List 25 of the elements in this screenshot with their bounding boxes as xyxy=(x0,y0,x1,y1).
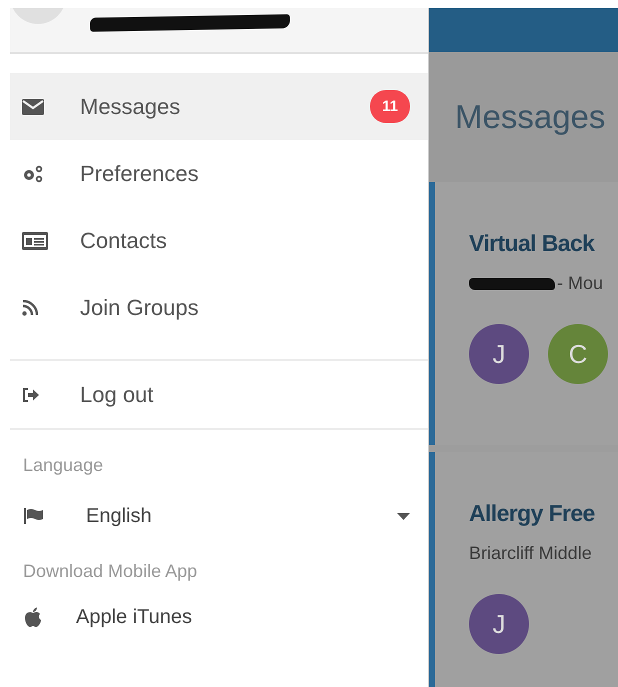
rss-icon xyxy=(22,300,38,316)
page-heading: Messages xyxy=(455,98,606,136)
section-label: Download Mobile App xyxy=(23,560,198,582)
menu-item[interactable]: Join Groups xyxy=(10,274,428,341)
caret-icon xyxy=(397,512,410,520)
id-card-icon xyxy=(22,232,48,250)
count-badge: 11 xyxy=(370,90,410,123)
menu-item[interactable]: Preferences xyxy=(10,140,428,207)
logout-item[interactable]: Log out xyxy=(10,361,428,428)
flag-icon xyxy=(24,508,44,524)
card-title: Virtual Back xyxy=(469,230,596,257)
card-subtitle: - Mou xyxy=(557,273,604,294)
mail-icon xyxy=(22,98,44,114)
menu-item[interactable]: Contacts xyxy=(10,207,428,274)
menu-item[interactable]: Messages 11 xyxy=(10,73,428,140)
card-title: Allergy Free xyxy=(469,500,596,527)
apple-icon xyxy=(24,607,42,627)
participant-avatar: J xyxy=(469,324,529,384)
participant-avatar: C xyxy=(548,324,608,384)
logout-icon xyxy=(22,388,40,402)
card-subtitle: Briarcliff Middle xyxy=(469,543,592,564)
app-store-link[interactable]: Apple iTunes xyxy=(10,582,428,652)
section-label: Language xyxy=(23,454,104,476)
participant-avatar: J xyxy=(469,594,529,654)
language-select[interactable]: English xyxy=(10,476,428,556)
